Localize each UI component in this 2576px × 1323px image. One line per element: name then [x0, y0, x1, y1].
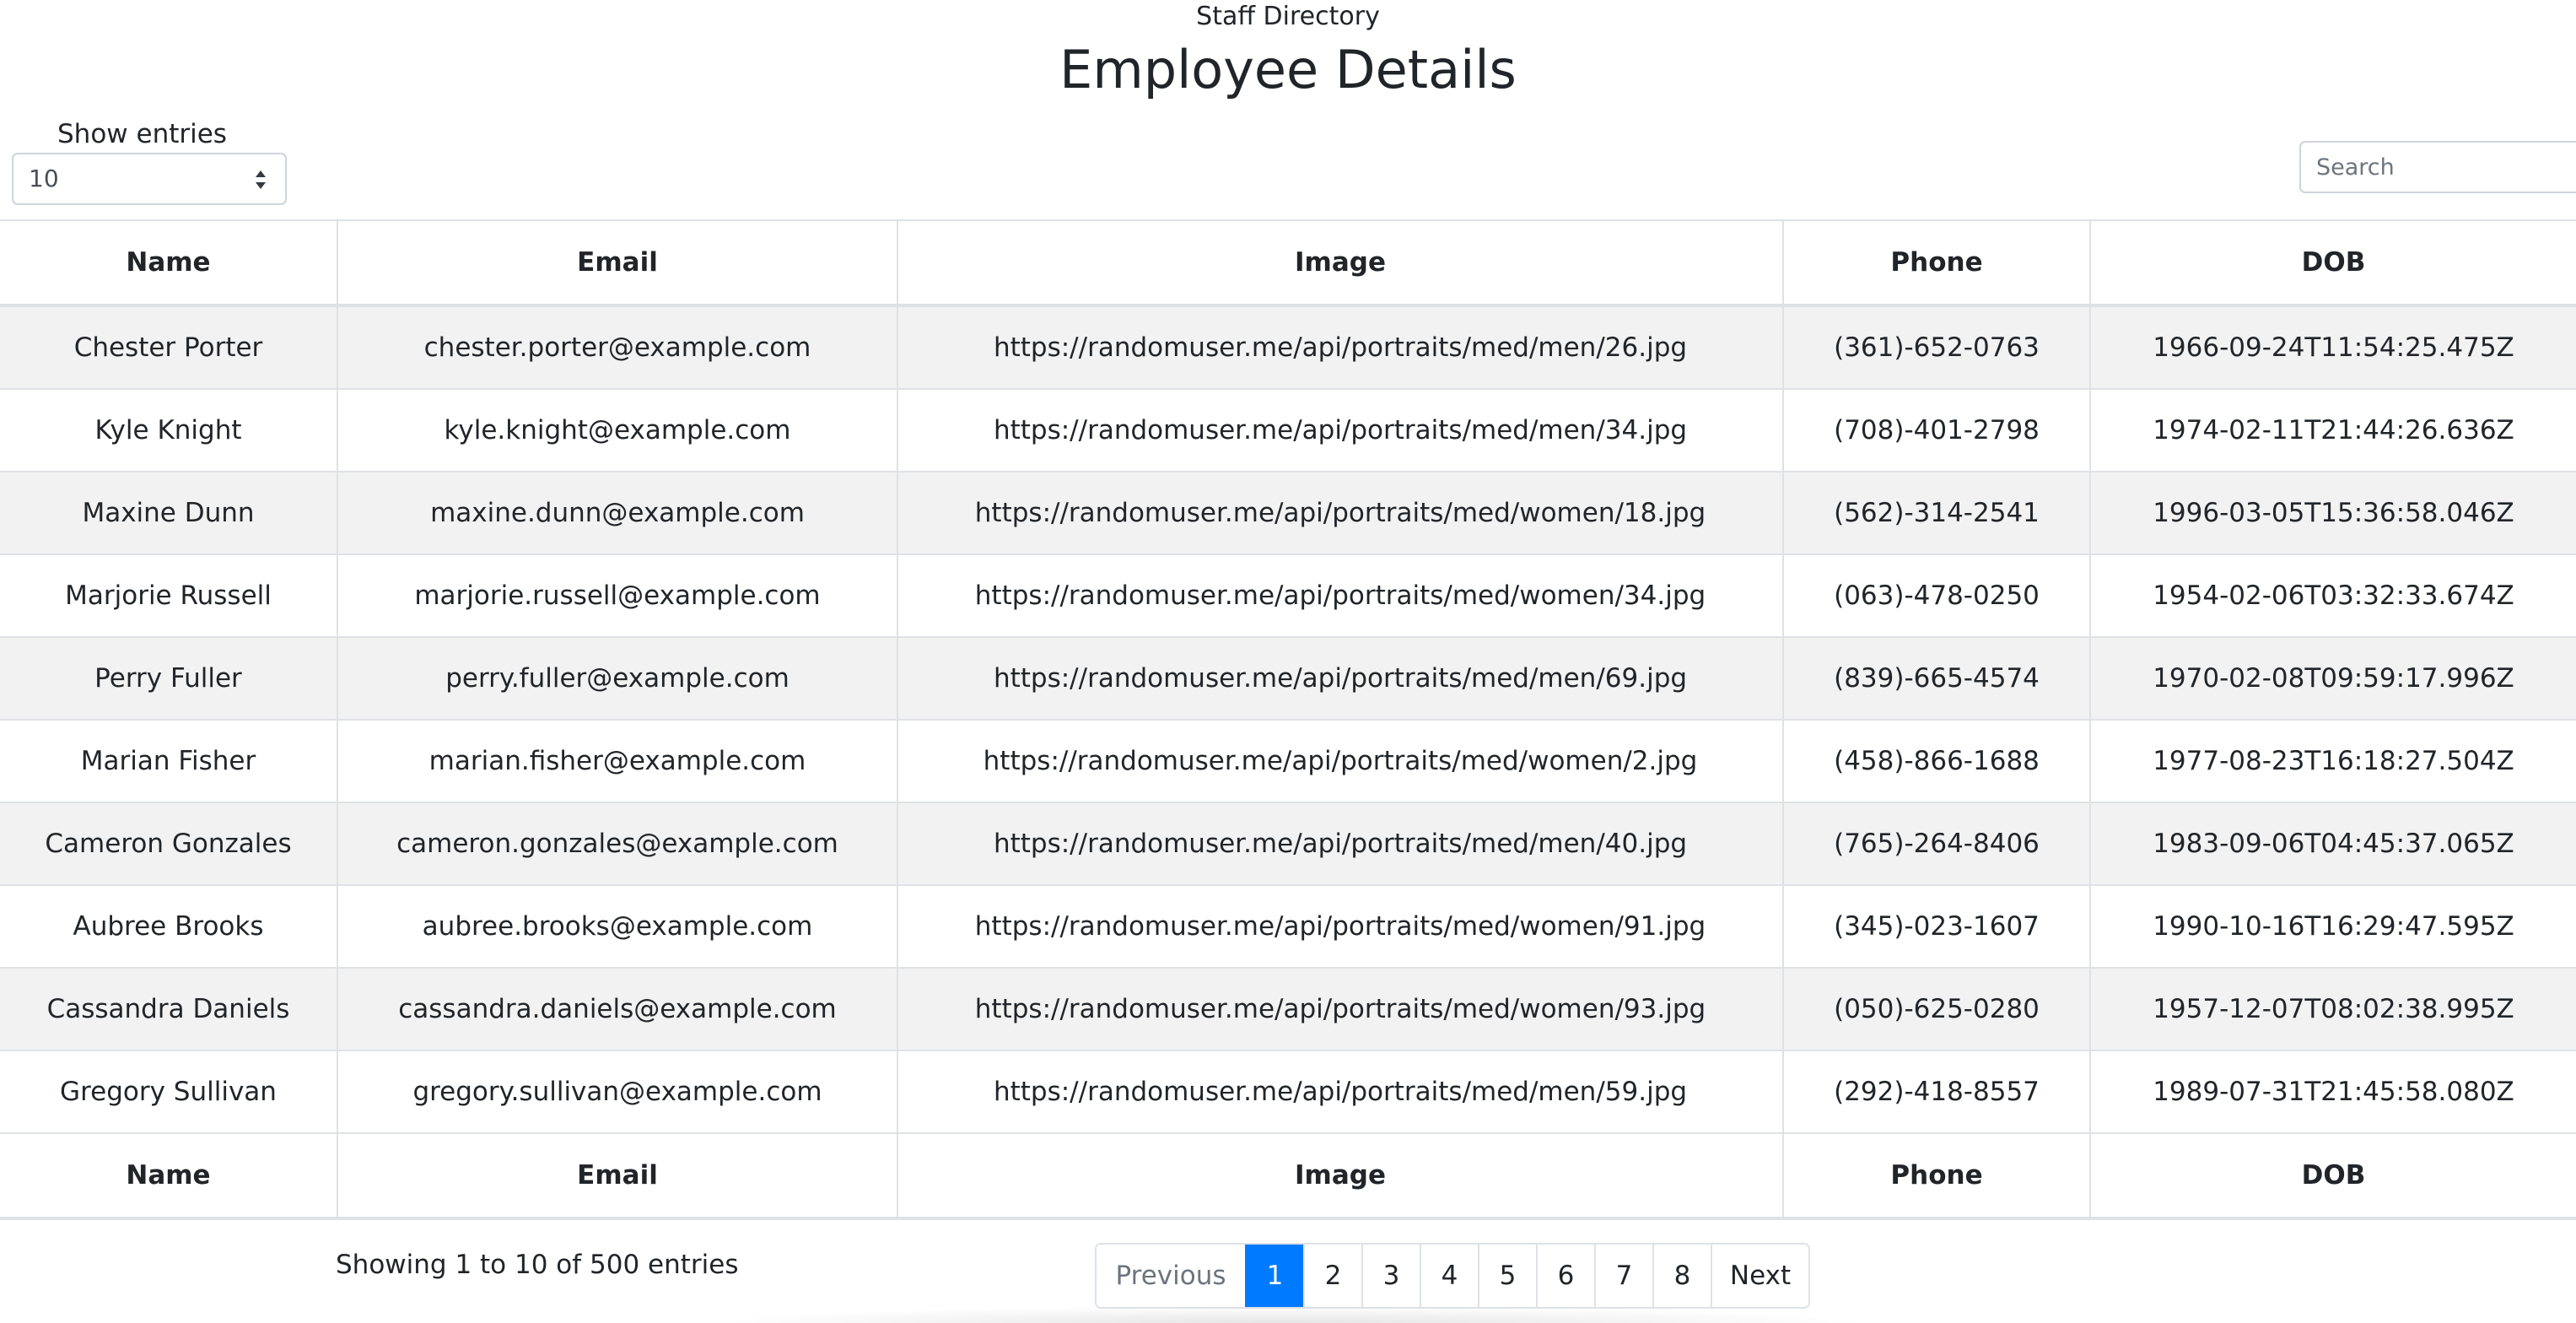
- phone-cell: (839)-665-4574: [1782, 636, 2090, 720]
- table-row[interactable]: Cassandra Daniels cassandra.daniels@examp…: [0, 967, 2576, 1050]
- phone-cell: (562)-314-2541: [1782, 471, 2090, 554]
- page-button-5[interactable]: 5: [1478, 1245, 1536, 1307]
- email-cell: chester.porter@example.com: [337, 305, 897, 389]
- dob-cell: 1970-02-08T09:59:17.996Z: [2089, 636, 2576, 720]
- page-button-2[interactable]: 2: [1303, 1245, 1361, 1307]
- name-cell: Chester Porter: [0, 305, 337, 389]
- image-url-cell: https://randomuser.me/api/portraits/med/…: [897, 802, 1783, 885]
- next-page-button[interactable]: Next: [1711, 1245, 1808, 1307]
- show-entries-label: Show entries: [57, 119, 227, 149]
- table-row[interactable]: Marjorie Russell marjorie.russell@example…: [0, 554, 2576, 637]
- phone-cell: (361)-652-0763: [1782, 305, 2090, 389]
- phone-cell: (345)-023-1607: [1782, 884, 2090, 968]
- image-url-cell: https://randomuser.me/api/portraits/med/…: [897, 967, 1783, 1050]
- table-row[interactable]: Gregory Sullivan gregory.sullivan@example…: [0, 1050, 2576, 1133]
- dob-cell: 1989-07-31T21:45:58.080Z: [2089, 1050, 2576, 1133]
- dob-cell: 1974-02-11T21:44:26.636Z: [2089, 388, 2576, 472]
- email-cell: maxine.dunn@example.com: [337, 471, 897, 554]
- dob-cell: 1954-02-06T03:32:33.674Z: [2089, 554, 2576, 637]
- dob-cell: 1977-08-23T16:18:27.504Z: [2089, 719, 2576, 802]
- page-button-7[interactable]: 7: [1594, 1245, 1652, 1307]
- column-footer-name[interactable]: Name: [0, 1132, 337, 1220]
- email-cell: kyle.knight@example.com: [337, 388, 897, 472]
- dob-cell: 1990-10-16T16:29:47.595Z: [2089, 884, 2576, 968]
- phone-cell: (765)-264-8406: [1782, 802, 2090, 885]
- table-row[interactable]: Maxine Dunn maxine.dunn@example.com https:…: [0, 471, 2576, 554]
- image-url-cell: https://randomuser.me/api/portraits/med/…: [897, 1050, 1783, 1133]
- page-button-3[interactable]: 3: [1361, 1245, 1420, 1307]
- email-cell: cameron.gonzales@example.com: [337, 802, 897, 885]
- bottom-shadow: [692, 1306, 1873, 1323]
- name-cell: Aubree Brooks: [0, 884, 337, 968]
- column-header-name[interactable]: Name: [0, 219, 337, 307]
- column-header-dob[interactable]: DOB: [2089, 219, 2576, 307]
- email-cell: gregory.sullivan@example.com: [337, 1050, 897, 1133]
- email-cell: marjorie.russell@example.com: [337, 554, 897, 637]
- name-cell: Marian Fisher: [0, 719, 337, 802]
- table-body: Chester Porter chester.porter@example.com…: [0, 305, 2576, 1133]
- column-header-email[interactable]: Email: [337, 219, 897, 307]
- page-button-4[interactable]: 4: [1420, 1245, 1478, 1307]
- phone-cell: (458)-866-1688: [1782, 719, 2090, 802]
- table-row[interactable]: Marian Fisher marian.fisher@example.com ht…: [0, 719, 2576, 802]
- name-cell: Cameron Gonzales: [0, 802, 337, 885]
- dob-cell: 1966-09-24T11:54:25.475Z: [2089, 305, 2576, 389]
- dob-cell: 1983-09-06T04:45:37.065Z: [2089, 802, 2576, 885]
- entries-info: Showing 1 to 10 of 500 entries: [336, 1250, 739, 1280]
- column-footer-email[interactable]: Email: [337, 1132, 897, 1220]
- phone-cell: (050)-625-0280: [1782, 967, 2090, 1050]
- phone-cell: (292)-418-8557: [1782, 1050, 2090, 1133]
- column-footer-image[interactable]: Image: [897, 1132, 1783, 1220]
- pagination: Previous 1 2 3 4 5 6 7 8 Next: [1095, 1243, 1810, 1309]
- image-url-cell: https://randomuser.me/api/portraits/med/…: [897, 719, 1783, 802]
- name-cell: Marjorie Russell: [0, 554, 337, 637]
- image-url-cell: https://randomuser.me/api/portraits/med/…: [897, 305, 1783, 389]
- column-footer-dob[interactable]: DOB: [2089, 1132, 2576, 1220]
- name-cell: Maxine Dunn: [0, 471, 337, 554]
- email-cell: aubree.brooks@example.com: [337, 884, 897, 968]
- image-url-cell: https://randomuser.me/api/portraits/med/…: [897, 471, 1783, 554]
- name-cell: Cassandra Daniels: [0, 967, 337, 1050]
- column-header-image[interactable]: Image: [897, 219, 1783, 307]
- previous-page-button[interactable]: Previous: [1097, 1245, 1245, 1307]
- entries-select-value: 10: [29, 165, 59, 192]
- name-cell: Perry Fuller: [0, 636, 337, 720]
- table-row[interactable]: Kyle Knight kyle.knight@example.com https:…: [0, 388, 2576, 472]
- page-button-8[interactable]: 8: [1652, 1245, 1711, 1307]
- name-cell: Kyle Knight: [0, 388, 337, 472]
- table-row[interactable]: Perry Fuller perry.fuller@example.com http…: [0, 636, 2576, 720]
- page-subtitle: Staff Directory: [1196, 2, 1380, 31]
- email-cell: marian.fisher@example.com: [337, 719, 897, 802]
- email-cell: perry.fuller@example.com: [337, 636, 897, 720]
- search-input[interactable]: [2299, 141, 2576, 193]
- table-header-row: Name Email Image Phone DOB: [0, 219, 2576, 307]
- name-cell: Gregory Sullivan: [0, 1050, 337, 1133]
- entries-per-page-select[interactable]: 10: [12, 153, 287, 205]
- column-header-phone[interactable]: Phone: [1782, 219, 2090, 307]
- image-url-cell: https://randomuser.me/api/portraits/med/…: [897, 388, 1783, 472]
- table-footer-row: Name Email Image Phone DOB: [0, 1132, 2576, 1220]
- image-url-cell: https://randomuser.me/api/portraits/med/…: [897, 554, 1783, 637]
- phone-cell: (708)-401-2798: [1782, 388, 2090, 472]
- image-url-cell: https://randomuser.me/api/portraits/med/…: [897, 636, 1783, 720]
- select-arrows-icon: [256, 170, 266, 189]
- employee-table: Name Email Image Phone DOB Chester Porter che…: [0, 219, 2576, 1220]
- column-footer-phone[interactable]: Phone: [1782, 1132, 2090, 1220]
- page-button-6[interactable]: 6: [1536, 1245, 1594, 1307]
- dob-cell: 1957-12-07T08:02:38.995Z: [2089, 967, 2576, 1050]
- page-button-1[interactable]: 1: [1245, 1245, 1303, 1307]
- dob-cell: 1996-03-05T15:36:58.046Z: [2089, 471, 2576, 554]
- table-row[interactable]: Chester Porter chester.porter@example.com…: [0, 305, 2576, 389]
- image-url-cell: https://randomuser.me/api/portraits/med/…: [897, 884, 1783, 968]
- page-title: Employee Details: [1059, 39, 1517, 100]
- phone-cell: (063)-478-0250: [1782, 554, 2090, 637]
- table-row[interactable]: Aubree Brooks aubree.brooks@example.com ht…: [0, 884, 2576, 968]
- table-row[interactable]: Cameron Gonzales cameron.gonzales@example…: [0, 802, 2576, 885]
- email-cell: cassandra.daniels@example.com: [337, 967, 897, 1050]
